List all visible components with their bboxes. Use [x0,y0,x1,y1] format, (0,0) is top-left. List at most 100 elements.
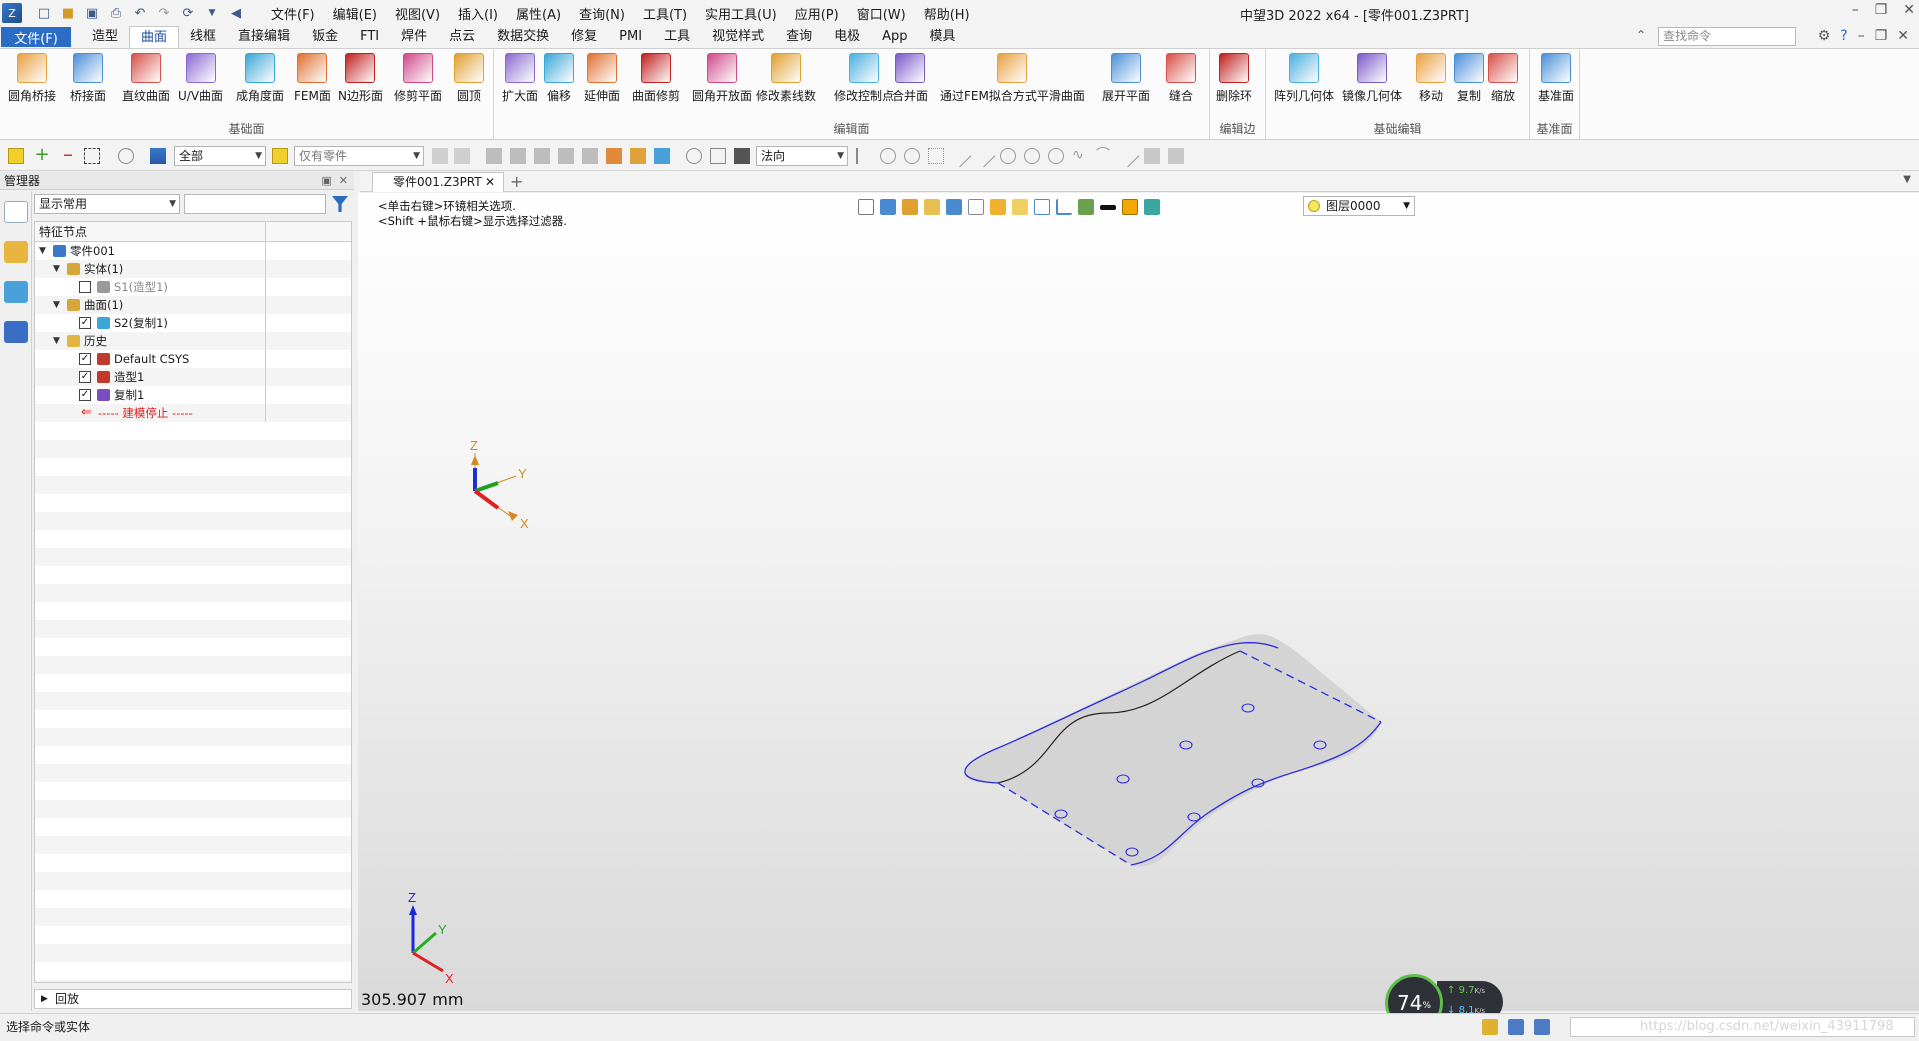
ribbon-button-4-0[interactable]: 基准面 [1538,53,1574,104]
tree-filter-icon[interactable] [332,196,348,212]
ribbon-collapse-icon[interactable]: ⌃ [1636,28,1646,42]
ribbon-button-1-1[interactable]: 偏移 [544,53,574,104]
menu-item-4[interactable]: 属性(A) [507,4,570,23]
print-icon[interactable]: ⎙ [108,5,124,21]
box-select-icon[interactable] [84,148,100,164]
ribbon-button-1-7[interactable]: 合并面 [892,53,928,104]
doc-restore-icon[interactable]: ❐ [1875,28,1888,44]
ribbon-button-1-2[interactable]: 延伸面 [584,53,620,104]
settings-gear-icon[interactable]: ⚙ [1818,28,1831,44]
arc-icon[interactable]: ⌒ [1096,148,1112,164]
ribbon-tab-1[interactable]: 曲面 [129,26,180,48]
status-display-icon[interactable] [1508,1019,1524,1035]
new-file-icon[interactable]: □ [36,5,52,21]
expand-icon[interactable]: ▼ [53,260,60,278]
help-icon[interactable]: ? [1840,28,1847,44]
ribbon-tab-3[interactable]: 直接编辑 [227,26,301,48]
expand-icon[interactable]: ▼ [53,296,60,314]
target-icon[interactable] [880,148,896,164]
tree-row[interactable]: ✓ Default CSYS [35,350,351,368]
ribbon-button-1-4[interactable]: 圆角开放面 [692,53,752,104]
ribbon-button-1-9[interactable]: 展开平面 [1102,53,1150,104]
visibility-checkbox[interactable]: ✓ [79,371,91,383]
3d-viewport[interactable]: <单击右键>环镜相关选项. <Shift +鼠标右键>显示选择过滤器. 图层00… [358,193,1919,1011]
ribbon-button-1-5[interactable]: 修改素线数 [756,53,816,104]
menu-item-1[interactable]: 编辑(E) [324,4,386,23]
ribbon-button-0-2[interactable]: 直纹曲面 [122,53,170,104]
align-right-icon[interactable] [534,148,550,164]
align-center-icon[interactable] [510,148,526,164]
menu-item-10[interactable]: 帮助(H) [915,4,979,23]
pick-arrow-icon[interactable] [8,148,24,164]
tree-row[interactable]: ▼ 实体(1) [35,260,351,278]
ribbon-tab-16[interactable]: 模具 [919,26,967,48]
file-tab[interactable]: 文件(F) [1,27,71,47]
ribbon-tab-2[interactable]: 线框 [179,26,227,48]
status-panel-icon[interactable] [1534,1019,1550,1035]
filter-icon[interactable] [150,148,166,164]
selection-option-icon[interactable] [432,148,448,164]
tree-row[interactable]: ✓ 造型1 [35,368,351,386]
circle2-icon[interactable] [1024,148,1040,164]
menu-item-5[interactable]: 查询(N) [570,4,634,23]
filter-combo[interactable]: 全部 ▼ [174,146,266,166]
ribbon-button-0-5[interactable]: FEM面 [294,53,331,104]
visibility-checkbox[interactable]: ✓ [79,389,91,401]
tree-row[interactable]: ✓ 复制1 [35,386,351,404]
ribbon-button-3-4[interactable]: 缩放 [1488,53,1518,104]
user-tab-icon[interactable] [4,321,28,343]
ribbon-tab-0[interactable]: 造型 [81,26,129,48]
assembly-icon[interactable] [654,148,670,164]
lasso-icon[interactable] [118,148,134,164]
snap-icon[interactable] [686,148,702,164]
tree-row[interactable]: ▼ 历史 [35,332,351,350]
back-arrow-icon[interactable]: ◀ [228,5,244,21]
ribbon-tab-14[interactable]: 电极 [823,26,871,48]
snap2-icon[interactable] [710,148,726,164]
ribbon-button-0-1[interactable]: 桥接面 [70,53,106,104]
tree-row[interactable]: ▼ 曲面(1) [35,296,351,314]
ribbon-tab-12[interactable]: 视觉样式 [701,26,775,48]
ribbon-button-0-7[interactable]: 修剪平面 [394,53,442,104]
quick-access-dropdown-icon[interactable]: ▼ [204,5,220,21]
tree-row[interactable]: ▼ 零件001 [35,242,351,260]
manager-search-input[interactable] [184,194,326,214]
restore-icon[interactable]: ❐ [1875,2,1888,18]
app-logo-icon[interactable]: Z [2,3,22,23]
ribbon-button-3-2[interactable]: 移动 [1416,53,1446,104]
face-icon[interactable] [1144,148,1160,164]
circle3-icon[interactable] [1048,148,1064,164]
circle-icon[interactable] [1000,148,1016,164]
menu-item-7[interactable]: 实用工具(U) [696,4,786,23]
menu-item-6[interactable]: 工具(T) [634,4,696,23]
ribbon-button-1-3[interactable]: 曲面修剪 [632,53,680,104]
scope-icon[interactable] [272,148,288,164]
points-icon[interactable] [928,148,944,164]
ribbon-tab-15[interactable]: App [871,26,918,48]
ribbon-button-0-6[interactable]: N边形面 [338,53,383,104]
menu-item-3[interactable]: 插入(I) [449,4,507,23]
minimize-icon[interactable]: – [1852,2,1859,18]
add-icon[interactable]: + [34,146,50,164]
ribbon-tab-13[interactable]: 查询 [775,26,823,48]
ribbon-button-0-8[interactable]: 圆顶 [454,53,484,104]
ribbon-button-2-0[interactable]: 删除环 [1216,53,1252,104]
visibility-checkbox[interactable]: ✓ [79,317,91,329]
close-icon[interactable]: ✕ [1903,2,1915,18]
visibility-checkbox[interactable] [79,281,91,293]
doc-close-icon[interactable]: ✕ [1897,28,1909,44]
close-panel-icon[interactable]: ✕ [339,174,348,187]
body-icon[interactable] [1168,148,1184,164]
ribbon-button-1-8[interactable]: 通过FEM拟合方式平滑曲面 [940,53,1085,104]
ribbon-tab-10[interactable]: PMI [608,26,653,48]
pointer-icon[interactable] [856,148,872,164]
menu-item-8[interactable]: 应用(P) [786,4,848,23]
tree-row[interactable]: ✓ S2(复制1) [35,314,351,332]
part-view-tab-icon[interactable] [4,241,28,263]
ribbon-button-1-6[interactable]: 修改控制点 [834,53,894,104]
ribbon-button-0-4[interactable]: 成角度面 [236,53,284,104]
selection-option2-icon[interactable] [454,148,470,164]
ribbon-tab-4[interactable]: 钣金 [301,26,349,48]
ribbon-button-1-10[interactable]: 缝合 [1166,53,1196,104]
pin-panel-icon[interactable]: ▣ [321,174,331,187]
